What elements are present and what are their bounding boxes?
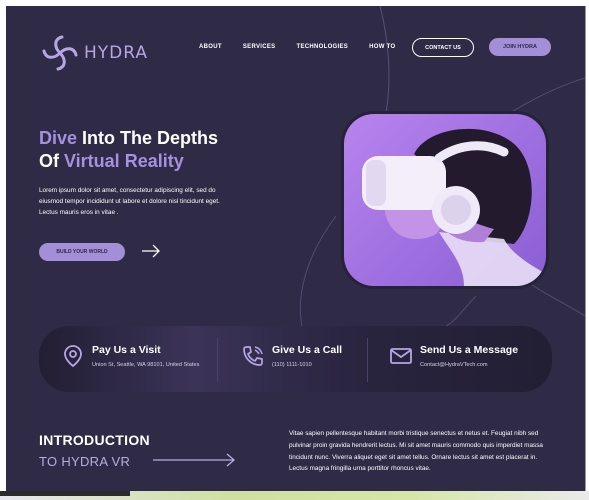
intro-body: Vitae sapien pellentesque habitant morbi… bbox=[289, 430, 543, 473]
contact-call: Give Us a Call (110) 1111-1010 bbox=[241, 344, 342, 368]
hero-title-text-1: Into The Depths bbox=[77, 128, 219, 148]
message-title: Send Us a Message bbox=[420, 344, 519, 356]
message-email[interactable]: Contact@HydraVTech.com bbox=[420, 362, 518, 368]
visit-address: Union St, Seattle, WA 98101, United Stat… bbox=[92, 362, 200, 368]
brand-logo[interactable]: HYDRA bbox=[40, 33, 148, 73]
contact-message: Send Us a Message Contact@HydraVTech.com bbox=[389, 344, 518, 368]
hero-title-highlight-1: Dive bbox=[39, 128, 78, 148]
arrow-right-icon[interactable] bbox=[141, 244, 161, 258]
join-hydra-button[interactable]: JOIN HYDRA bbox=[489, 38, 551, 56]
hero-title-highlight-2: Virtual Reality bbox=[64, 151, 184, 171]
contact-us-button[interactable]: CONTACT US bbox=[412, 38, 474, 57]
nav-item-services[interactable]: SERVICES bbox=[243, 44, 276, 50]
hero-title: Dive Into The Depths Of Virtual Reality bbox=[39, 127, 218, 173]
hydra-logo-icon bbox=[42, 35, 78, 71]
arrow-right-icon bbox=[153, 453, 235, 467]
hero-description: Lorem ipsum dolor sit amet, consectetur … bbox=[39, 187, 220, 216]
contact-divider bbox=[367, 338, 368, 382]
hero-title-text-2: Of bbox=[39, 151, 64, 171]
call-phone[interactable]: (110) 1111-1010 bbox=[272, 362, 342, 368]
envelope-icon bbox=[390, 348, 412, 364]
visit-title: Pay Us a Visit bbox=[92, 344, 161, 356]
nav-item-about[interactable]: ABOUT bbox=[199, 44, 222, 50]
nav-item-technologies[interactable]: TECHNOLOGIES bbox=[296, 44, 348, 50]
build-your-world-button[interactable]: BUILD YOUR WORLD bbox=[39, 243, 125, 261]
contact-bar: Pay Us a Visit Union St, Seattle, WA 981… bbox=[39, 326, 552, 392]
contact-divider bbox=[217, 338, 218, 382]
intro-subtitle: TO HYDRA VR bbox=[39, 454, 131, 469]
bottom-bar bbox=[0, 491, 130, 496]
page-frame: HYDRA ABOUT SERVICES TECHNOLOGIES HOW TO… bbox=[6, 6, 586, 498]
phone-icon bbox=[243, 346, 263, 366]
vr-headset-image bbox=[344, 114, 546, 286]
main-nav: ABOUT SERVICES TECHNOLOGIES HOW TO bbox=[199, 44, 416, 50]
location-pin-icon bbox=[64, 345, 82, 368]
brand-name: HYDRA bbox=[84, 43, 149, 63]
intro-title: INTRODUCTION bbox=[39, 432, 150, 448]
nav-item-how-to[interactable]: HOW TO bbox=[369, 44, 395, 50]
call-title: Give Us a Call bbox=[272, 344, 343, 356]
contact-visit: Pay Us a Visit Union St, Seattle, WA 981… bbox=[61, 344, 199, 368]
